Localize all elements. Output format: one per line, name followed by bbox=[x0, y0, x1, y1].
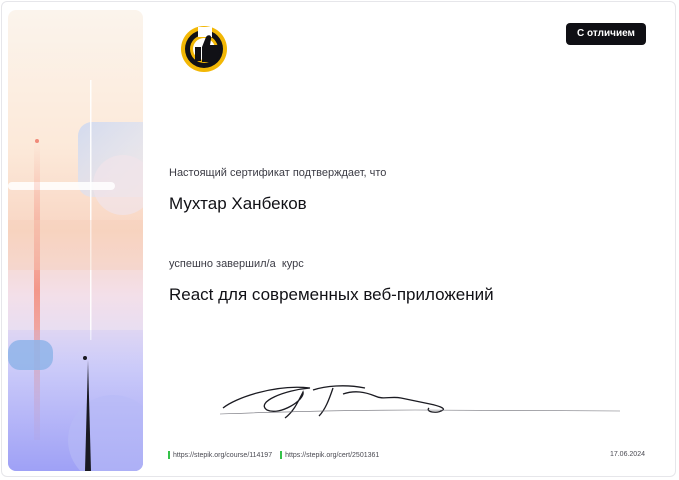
footer-links: https://stepik.org/course/114197 https:/… bbox=[168, 451, 379, 459]
thin-line-shape bbox=[90, 80, 92, 340]
white-bar-shape bbox=[8, 182, 115, 190]
recipient-name: Мухтар Ханбеков bbox=[169, 194, 307, 213]
blue-pill-shape bbox=[8, 340, 53, 370]
certificate: С отличием Настоящий сертификат подтверж… bbox=[0, 0, 679, 480]
certificate-intro-text: Настоящий сертификат подтверждает, что bbox=[169, 167, 387, 179]
issue-date: 17.06.2024 bbox=[609, 451, 645, 458]
decorative-side-panel bbox=[8, 10, 143, 471]
link-marker bbox=[280, 451, 283, 459]
beam-dot bbox=[35, 139, 39, 143]
link-marker bbox=[168, 451, 170, 459]
completion-text: успешно завершил/а курс bbox=[169, 258, 304, 270]
certificate-link[interactable]: https://stepik.org/cert/2501361 bbox=[280, 451, 379, 459]
course-link[interactable]: https://stepik.org/course/114197 bbox=[168, 451, 272, 459]
distinction-badge: С отличием bbox=[566, 23, 646, 45]
spike-dot bbox=[83, 356, 87, 360]
course-link-text[interactable]: https://stepik.org/course/114197 bbox=[173, 452, 272, 459]
peach-band-shape bbox=[8, 220, 143, 270]
thumbs-up-logo-icon bbox=[181, 26, 227, 72]
signature-image bbox=[219, 385, 621, 419]
decorative-shapes bbox=[8, 80, 143, 471]
certificate-link-text[interactable]: https://stepik.org/cert/2501361 bbox=[285, 452, 379, 459]
course-title: React для современных веб-приложений bbox=[169, 285, 494, 304]
